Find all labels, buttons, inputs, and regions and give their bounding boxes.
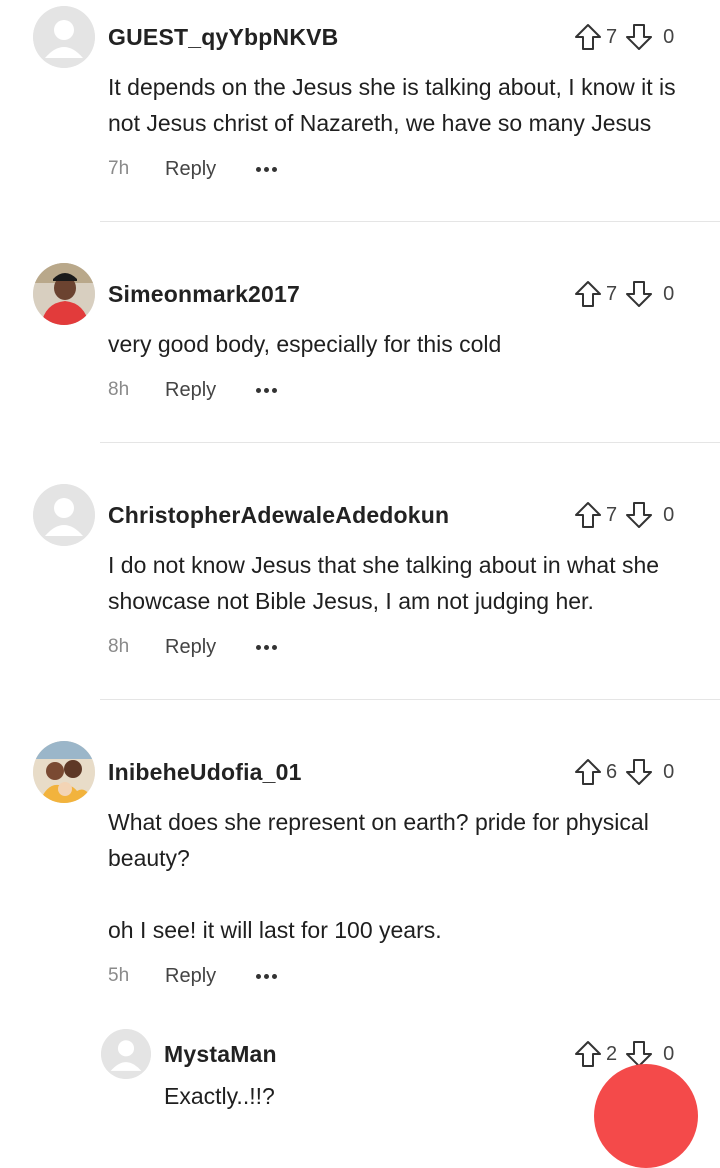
more-options-icon[interactable]	[256, 163, 278, 176]
downvote-count: 0	[663, 1042, 675, 1065]
downvote-count: 0	[663, 282, 675, 305]
reply-button[interactable]: Reply	[165, 158, 216, 181]
comment-text: I do not know Jesus that she talking abo…	[108, 552, 660, 614]
floating-action-button[interactable]	[594, 1064, 698, 1168]
comment-time: 5h	[108, 965, 130, 986]
comment-text-line2: oh I see! it will last for 100 years.	[108, 917, 442, 943]
comment-meta: 8h Reply	[108, 632, 278, 662]
comment-meta: 8h Reply	[108, 375, 278, 405]
comment-username[interactable]: ChristopherAdewaleAdedokun	[108, 502, 449, 529]
upvote-arrow-icon[interactable]	[574, 1039, 602, 1069]
downvote-count: 0	[663, 25, 675, 48]
vote-controls: 6 0	[574, 757, 674, 787]
vote-controls: 7 0	[574, 500, 674, 530]
avatar[interactable]	[33, 6, 95, 68]
upvote-count: 7	[606, 282, 618, 305]
comment-username[interactable]: GUEST_qyYbpNKVB	[108, 24, 338, 51]
avatar[interactable]	[33, 263, 95, 325]
downvote-count: 0	[663, 503, 675, 526]
avatar[interactable]	[101, 1029, 151, 1079]
vote-controls: 7 0	[574, 279, 674, 309]
vote-controls: 7 0	[574, 22, 674, 52]
comment-username[interactable]: InibeheUdofia_01	[108, 759, 302, 786]
comment-text: It depends on the Jesus she is talking a…	[108, 74, 676, 136]
comment-meta: 5h Reply	[108, 961, 278, 991]
upvote-arrow-icon[interactable]	[574, 22, 602, 52]
downvote-count: 0	[663, 760, 675, 783]
comment-time: 8h	[108, 636, 130, 657]
upvote-arrow-icon[interactable]	[574, 500, 602, 530]
downvote-arrow-icon[interactable]	[625, 757, 653, 787]
comment-text: very good body, especially for this cold	[108, 331, 502, 357]
avatar[interactable]	[33, 741, 95, 803]
upvote-count: 7	[606, 503, 618, 526]
upvote-arrow-icon[interactable]	[574, 279, 602, 309]
avatar[interactable]	[33, 484, 95, 546]
comment-time: 7h	[108, 158, 130, 179]
more-options-icon[interactable]	[256, 970, 278, 983]
downvote-arrow-icon[interactable]	[625, 22, 653, 52]
reply-button[interactable]: Reply	[165, 965, 216, 988]
upvote-count: 2	[606, 1042, 618, 1065]
reply-button[interactable]: Reply	[165, 636, 216, 659]
divider	[100, 442, 720, 443]
more-options-icon[interactable]	[256, 384, 278, 397]
vote-controls: 2 0	[574, 1039, 674, 1069]
comment-username[interactable]: Simeonmark2017	[108, 281, 300, 308]
comment-meta: 7h Reply	[108, 154, 278, 184]
divider	[100, 221, 720, 222]
comment-text-partial: Exactly..!!?	[164, 1083, 275, 1109]
upvote-count: 7	[606, 25, 618, 48]
downvote-arrow-icon[interactable]	[625, 279, 653, 309]
comment-username[interactable]: MystaMan	[164, 1041, 277, 1068]
comment-text-line1: What does she represent on earth? pride …	[108, 809, 649, 871]
downvote-arrow-icon[interactable]	[625, 500, 653, 530]
more-options-icon[interactable]	[256, 641, 278, 654]
upvote-count: 6	[606, 760, 618, 783]
divider	[100, 699, 720, 700]
comment-time: 8h	[108, 379, 130, 400]
upvote-arrow-icon[interactable]	[574, 757, 602, 787]
reply-button[interactable]: Reply	[165, 379, 216, 402]
